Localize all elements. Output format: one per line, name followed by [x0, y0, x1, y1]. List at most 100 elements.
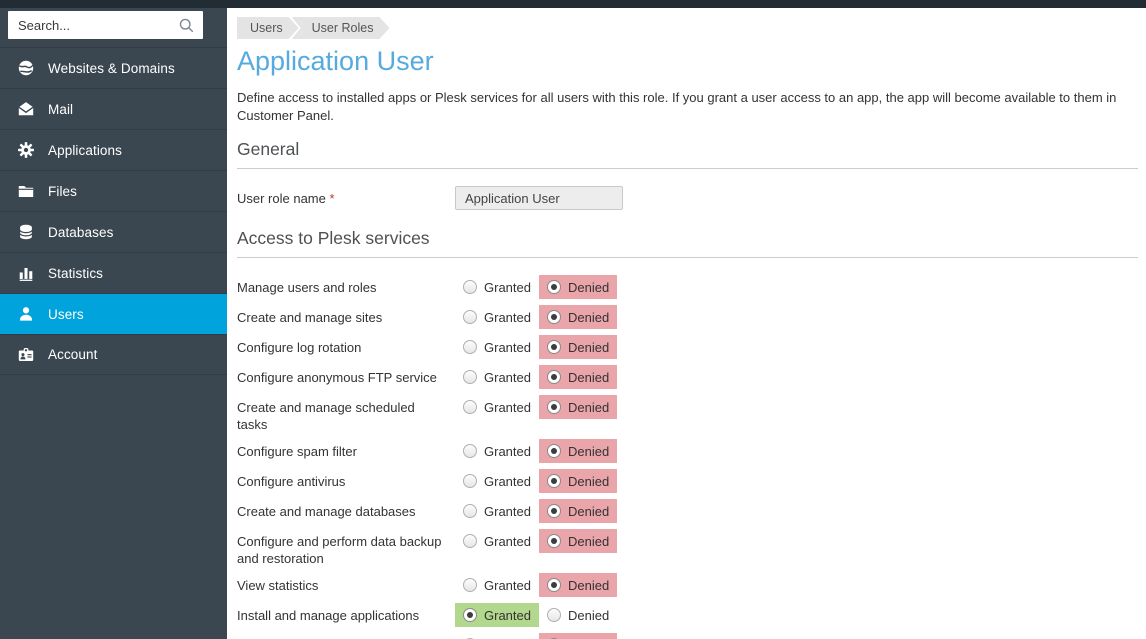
radio-button-icon[interactable] — [547, 578, 561, 592]
permission-options: GrantedDenied — [455, 529, 617, 553]
sidebar-item-files[interactable]: Files — [0, 170, 227, 211]
folder-icon — [17, 182, 35, 200]
search-box — [0, 8, 227, 47]
permission-options: Granted Denied — [455, 275, 617, 299]
radio-button-icon[interactable] — [547, 534, 561, 548]
permission-row: Create and manage databasesGrantedDenied — [237, 499, 1138, 523]
permission-options: Granted Denied — [455, 335, 617, 359]
denied-option-label: Denied — [568, 608, 609, 623]
permission-label: Configure anonymous FTP service — [237, 365, 447, 386]
breadcrumb-item-user-roles[interactable]: User Roles — [292, 17, 390, 39]
radio-button-icon[interactable] — [547, 340, 561, 354]
denied-option-label: Denied — [568, 310, 609, 325]
sidebar-item-label: Databases — [48, 225, 113, 240]
denied-option[interactable]: Denied — [539, 305, 617, 329]
granted-option[interactable]: Granted — [455, 335, 539, 359]
denied-option[interactable]: Denied — [539, 633, 617, 639]
granted-option[interactable]: Granted — [455, 573, 539, 597]
sidebar: Websites & Domains Mail ApplicationsFiles D… — [0, 8, 227, 639]
denied-option[interactable]: Denied — [539, 529, 617, 553]
permission-label: Create and manage scheduled tasks — [237, 395, 447, 433]
permission-options: Granted Denied — [455, 439, 617, 463]
page-title: Application User — [237, 46, 1138, 77]
sidebar-item-statistics[interactable]: Statistics — [0, 252, 227, 293]
radio-button-icon[interactable] — [463, 474, 477, 488]
sidebar-item-label: Users — [48, 307, 84, 322]
sidebar-item-account[interactable]: Account — [0, 334, 227, 375]
radio-button-icon[interactable] — [463, 578, 477, 592]
granted-option-label: Granted — [484, 340, 531, 355]
radio-button-icon[interactable] — [547, 608, 561, 622]
radio-button-icon[interactable] — [547, 310, 561, 324]
granted-option[interactable]: Granted — [455, 439, 539, 463]
permission-label: Configure spam filter — [237, 439, 447, 460]
permission-label: Manage users and roles — [237, 275, 447, 296]
general-section-heading: General — [237, 139, 1138, 169]
denied-option-label: Denied — [568, 474, 609, 489]
globe-icon — [17, 59, 35, 77]
denied-option-label: Denied — [568, 280, 609, 295]
denied-option[interactable]: Denied — [539, 603, 617, 627]
app-window: Websites & Domains Mail ApplicationsFiles D… — [0, 8, 1146, 639]
user-role-name-input[interactable] — [455, 186, 623, 210]
sidebar-item-databases[interactable]: Databases — [0, 211, 227, 252]
radio-button-icon[interactable] — [547, 444, 561, 458]
denied-option[interactable]: Denied — [539, 365, 617, 389]
radio-button-icon[interactable] — [547, 474, 561, 488]
radio-button-icon[interactable] — [547, 280, 561, 294]
radio-button-icon[interactable] — [463, 504, 477, 518]
granted-option[interactable]: Granted — [455, 395, 539, 419]
bar-chart-icon — [17, 264, 35, 282]
granted-option[interactable]: Granted — [455, 529, 539, 553]
breadcrumb-item-users[interactable]: Users — [237, 17, 299, 39]
permission-row: Configure spam filter Granted Denied — [237, 439, 1138, 463]
denied-option[interactable]: Denied — [539, 573, 617, 597]
granted-option[interactable]: Granted — [455, 633, 539, 639]
permission-row: Configure log rotationGrantedDenied — [237, 335, 1138, 359]
denied-option[interactable]: Denied — [539, 335, 617, 359]
sidebar-item-applications[interactable]: Applications — [0, 129, 227, 170]
granted-option[interactable]: Granted — [455, 275, 539, 299]
sidebar-item-label: Mail — [48, 102, 73, 117]
granted-option[interactable]: Granted — [455, 365, 539, 389]
radio-button-icon[interactable] — [463, 310, 477, 324]
radio-button-icon[interactable] — [547, 400, 561, 414]
radio-button-icon[interactable] — [463, 608, 477, 622]
denied-option[interactable]: Denied — [539, 499, 617, 523]
denied-option[interactable]: Denied — [539, 275, 617, 299]
sidebar-nav: Websites & Domains Mail ApplicationsFiles D… — [0, 47, 227, 375]
radio-button-icon[interactable] — [547, 370, 561, 384]
denied-option-label: Denied — [568, 370, 609, 385]
denied-option-label: Denied — [568, 444, 609, 459]
granted-option-label: Granted — [484, 504, 531, 519]
denied-option[interactable]: Denied — [539, 439, 617, 463]
sidebar-item-users[interactable]: Users — [0, 293, 227, 334]
radio-button-icon[interactable] — [463, 534, 477, 548]
radio-button-icon[interactable] — [463, 370, 477, 384]
denied-option-label: Denied — [568, 504, 609, 519]
sidebar-item-label: Account — [48, 347, 97, 362]
granted-option[interactable]: Granted — [455, 469, 539, 493]
radio-button-icon[interactable] — [463, 400, 477, 414]
page-description: Define access to installed apps or Plesk… — [237, 89, 1138, 124]
radio-button-icon[interactable] — [547, 504, 561, 518]
permission-label: Design sites in Presence Builder — [237, 633, 447, 639]
radio-button-icon[interactable] — [463, 280, 477, 294]
user-role-name-label: User role name * — [237, 191, 447, 206]
granted-option-label: Granted — [484, 444, 531, 459]
sidebar-item-websites-domains[interactable]: Websites & Domains — [0, 47, 227, 88]
granted-option-label: Granted — [484, 310, 531, 325]
granted-option[interactable]: Granted — [455, 603, 539, 627]
permission-options: GrantedDenied — [455, 395, 617, 419]
granted-option[interactable]: Granted — [455, 305, 539, 329]
permission-label: Install and manage applications — [237, 603, 447, 624]
denied-option[interactable]: Denied — [539, 395, 617, 419]
denied-option[interactable]: Denied — [539, 469, 617, 493]
granted-option-label: Granted — [484, 608, 531, 623]
radio-button-icon[interactable] — [463, 340, 477, 354]
radio-button-icon[interactable] — [463, 444, 477, 458]
search-input[interactable] — [8, 11, 203, 39]
granted-option[interactable]: Granted — [455, 499, 539, 523]
sidebar-item-mail[interactable]: Mail — [0, 88, 227, 129]
mail-icon — [17, 100, 35, 118]
